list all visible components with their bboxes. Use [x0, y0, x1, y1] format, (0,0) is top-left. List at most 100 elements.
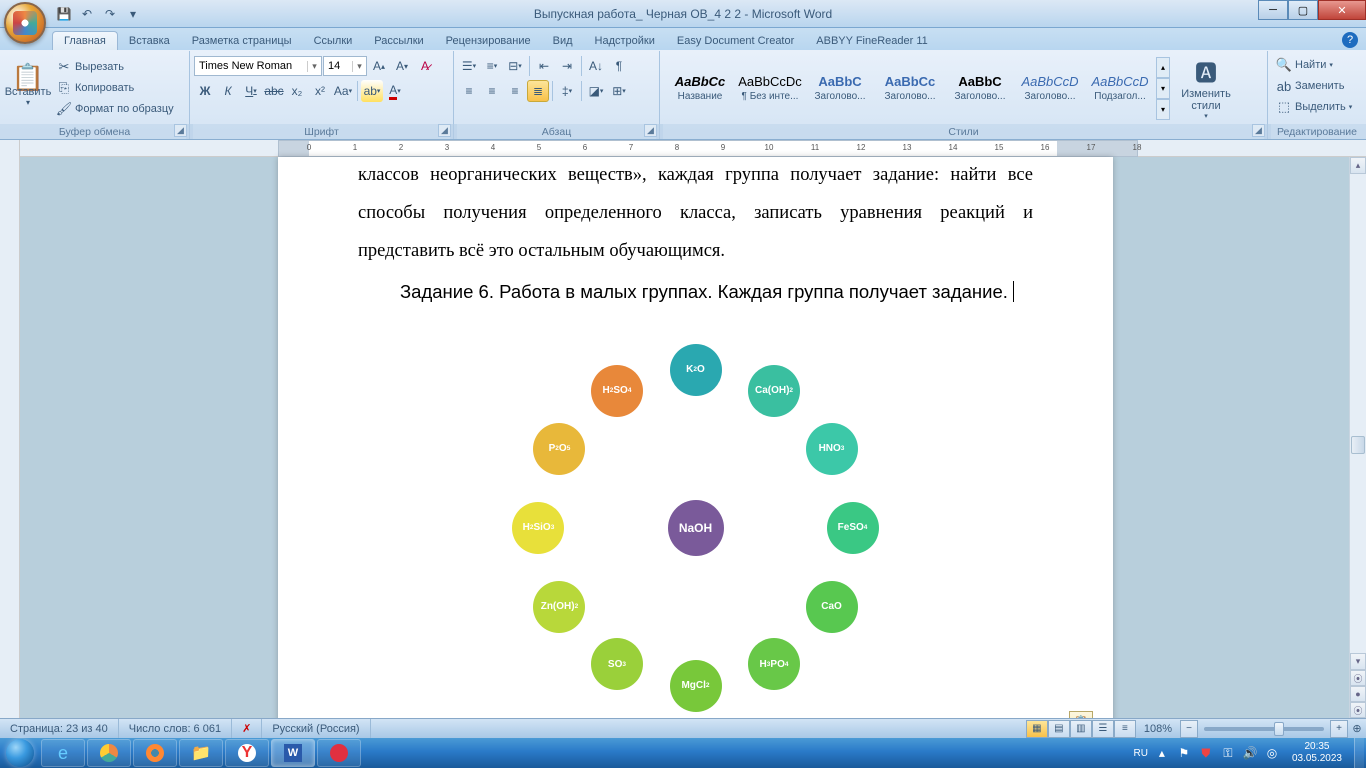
bold-button[interactable]: Ж — [194, 80, 216, 102]
tab-references[interactable]: Ссылки — [303, 32, 364, 50]
format-painter-button[interactable]: 🖌Формат по образцу — [52, 99, 178, 119]
tab-insert[interactable]: Вставка — [118, 32, 181, 50]
vertical-scrollbar[interactable]: ▴ ▾ ⦿ ● ⦿ — [1349, 157, 1366, 718]
style-item-5[interactable]: AaBbCcDЗаголово... — [1016, 58, 1084, 118]
sort-button[interactable]: A↓ — [585, 55, 607, 77]
italic-button[interactable]: К — [217, 80, 239, 102]
scroll-up-button[interactable]: ▴ — [1350, 157, 1366, 174]
gallery-up-button[interactable]: ▴ — [1156, 57, 1170, 78]
view-print-layout[interactable]: ▦ — [1026, 720, 1048, 738]
tab-easy-doc[interactable]: Easy Document Creator — [666, 32, 805, 50]
tray-up-icon[interactable]: ▴ — [1154, 745, 1170, 761]
taskbar-ie[interactable]: e — [41, 739, 85, 767]
start-button[interactable] — [0, 738, 40, 768]
vertical-ruler[interactable] — [0, 140, 20, 718]
close-button[interactable]: ✕ — [1318, 0, 1366, 20]
status-proofing[interactable]: ✗ — [232, 719, 262, 738]
decrease-indent-button[interactable]: ⇤ — [533, 55, 555, 77]
zoom-fit-icon[interactable]: ⊕ — [1348, 722, 1366, 735]
zoom-out-button[interactable]: − — [1180, 720, 1198, 738]
tab-addins[interactable]: Надстройки — [584, 32, 666, 50]
taskbar-chrome[interactable] — [87, 739, 131, 767]
zoom-value[interactable]: 108% — [1136, 723, 1180, 735]
view-web[interactable]: ▥ — [1070, 720, 1092, 738]
status-words[interactable]: Число слов: 6 061 — [119, 719, 232, 738]
tray-volume-icon[interactable]: 🔊 — [1242, 745, 1258, 761]
font-family-combo[interactable]: Times New Roman▾ — [194, 56, 322, 76]
change-case-button[interactable]: Aa▾ — [332, 80, 354, 102]
highlight-button[interactable]: ab▾ — [361, 80, 383, 102]
document-page[interactable]: классов неорганических веществ», каждая … — [278, 157, 1113, 718]
view-draft[interactable]: ≡ — [1114, 720, 1136, 738]
find-button[interactable]: 🔍Найти▾ — [1272, 55, 1362, 75]
tray-network-icon[interactable]: ⚿ — [1220, 745, 1236, 761]
replace-button[interactable]: abЗаменить — [1272, 76, 1362, 96]
clear-formatting-button[interactable]: A̷ — [414, 55, 436, 77]
scroll-down-button[interactable]: ▾ — [1350, 653, 1366, 670]
status-language[interactable]: Русский (Россия) — [262, 719, 370, 738]
qat-undo-icon[interactable]: ↶ — [77, 4, 97, 24]
tray-clock[interactable]: 20:35 03.05.2023 — [1286, 741, 1348, 765]
change-styles-button[interactable]: 🅰 Изменить стили ▾ — [1176, 54, 1236, 122]
grow-font-button[interactable]: A▴ — [368, 55, 390, 77]
horizontal-ruler[interactable]: 0123456789101112131415161718 — [278, 140, 1138, 157]
prev-page-button[interactable]: ⦿ — [1350, 670, 1366, 686]
help-icon[interactable]: ? — [1342, 32, 1358, 48]
gallery-down-button[interactable]: ▾ — [1156, 78, 1170, 99]
style-item-2[interactable]: AaBbCЗаголово... — [806, 58, 874, 118]
qat-redo-icon[interactable]: ↷ — [100, 4, 120, 24]
strike-button[interactable]: abc — [263, 80, 285, 102]
styles-gallery[interactable]: AaBbCcНазваниеAaBbCcDc¶ Без инте...AaBbC… — [664, 56, 1156, 120]
font-color-button[interactable]: A▾ — [384, 80, 406, 102]
tray-shield-icon[interactable]: ⛊ — [1198, 745, 1214, 761]
style-item-6[interactable]: AaBbCcDПодзагол... — [1086, 58, 1154, 118]
qat-save-icon[interactable]: 💾 — [54, 4, 74, 24]
cut-button[interactable]: ✂Вырезать — [52, 57, 178, 77]
taskbar-explorer[interactable]: 📁 — [179, 739, 223, 767]
qat-customize-icon[interactable]: ▾ — [123, 4, 143, 24]
line-spacing-button[interactable]: ‡▾ — [556, 80, 578, 102]
tab-page-layout[interactable]: Разметка страницы — [181, 32, 303, 50]
tab-view[interactable]: Вид — [542, 32, 584, 50]
tab-home[interactable]: Главная — [52, 31, 118, 50]
document-scroll[interactable]: 0123456789101112131415161718 классов нео… — [20, 140, 1366, 718]
tray-lang[interactable]: RU — [1133, 748, 1147, 759]
maximize-button[interactable]: ▢ — [1288, 0, 1318, 20]
style-item-0[interactable]: AaBbCcНазвание — [666, 58, 734, 118]
status-page[interactable]: Страница: 23 из 40 — [0, 719, 119, 738]
copy-button[interactable]: ⎘Копировать — [52, 78, 178, 98]
view-full-screen[interactable]: ▤ — [1048, 720, 1070, 738]
taskbar-firefox[interactable] — [133, 739, 177, 767]
chemistry-diagram[interactable]: NaOH K2OCa(OH)2HNO3FeSO4CaOH3PO4MgCl2SO3… — [436, 323, 956, 718]
tray-flag-icon[interactable]: ⚑ — [1176, 745, 1192, 761]
zoom-slider-thumb[interactable] — [1274, 722, 1284, 736]
minimize-button[interactable]: ─ — [1258, 0, 1288, 20]
tray-app-icon[interactable]: ◎ — [1264, 745, 1280, 761]
justify-button[interactable]: ≣ — [527, 80, 549, 102]
zoom-slider[interactable] — [1204, 727, 1324, 731]
taskbar-yandex[interactable]: Y — [225, 739, 269, 767]
paste-button[interactable]: 📋 Вставить ▾ — [4, 53, 52, 123]
shrink-font-button[interactable]: A▾ — [391, 55, 413, 77]
increase-indent-button[interactable]: ⇥ — [556, 55, 578, 77]
select-button[interactable]: ⬚Выделить▾ — [1272, 97, 1362, 117]
style-item-4[interactable]: AaBbCЗаголово... — [946, 58, 1014, 118]
borders-button[interactable]: ⊞▾ — [608, 80, 630, 102]
scroll-thumb[interactable] — [1351, 436, 1365, 454]
show-marks-button[interactable]: ¶ — [608, 55, 630, 77]
shading-button[interactable]: ◪▾ — [585, 80, 607, 102]
office-button[interactable] — [4, 2, 46, 44]
style-item-1[interactable]: AaBbCcDc¶ Без инте... — [736, 58, 804, 118]
multilevel-button[interactable]: ⊟▾ — [504, 55, 526, 77]
scroll-track[interactable] — [1350, 174, 1366, 650]
superscript-button[interactable]: x² — [309, 80, 331, 102]
style-item-3[interactable]: AaBbCcЗаголово... — [876, 58, 944, 118]
browse-object-button[interactable]: ● — [1350, 686, 1366, 702]
tab-abbyy[interactable]: ABBYY FineReader 11 — [805, 32, 939, 50]
view-outline[interactable]: ☰ — [1092, 720, 1114, 738]
underline-button[interactable]: Ч▾ — [240, 80, 262, 102]
numbering-button[interactable]: ≡▾ — [481, 55, 503, 77]
tab-review[interactable]: Рецензирование — [435, 32, 542, 50]
taskbar-opera[interactable] — [317, 739, 361, 767]
gallery-more-button[interactable]: ▾ — [1156, 99, 1170, 120]
